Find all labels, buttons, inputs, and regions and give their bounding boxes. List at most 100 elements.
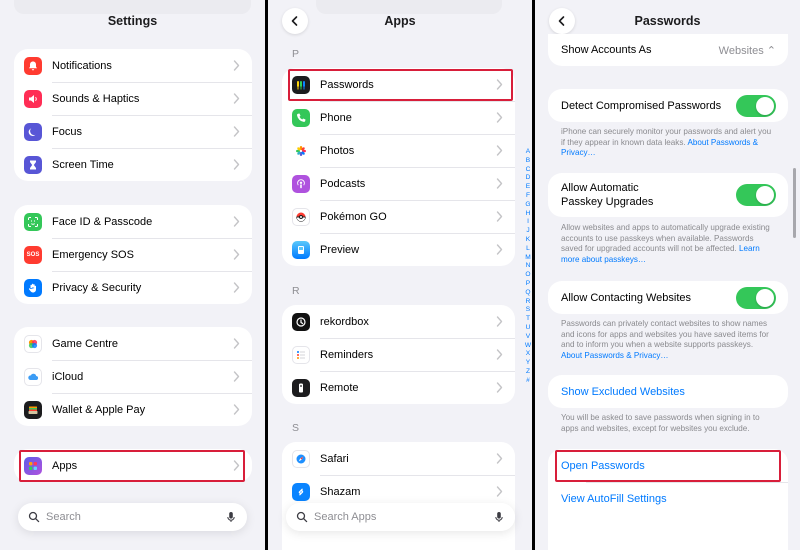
app-item-label: Remote: [320, 381, 359, 394]
index-letter[interactable]: R: [523, 298, 533, 307]
index-letter[interactable]: D: [523, 174, 533, 183]
settings-item-focus[interactable]: Focus: [14, 115, 252, 148]
index-letter[interactable]: K: [523, 236, 533, 245]
section-header-p: P: [292, 48, 300, 60]
alphabet-index[interactable]: A B C D E F G H I J K L M N O P Q R S T …: [523, 148, 533, 386]
excluded-footnote: You will be asked to save passwords when…: [561, 413, 760, 433]
settings-item-face-id[interactable]: Face ID & Passcode: [14, 205, 252, 238]
app-item-label: Shazam: [320, 485, 361, 498]
settings-group-1: Notifications Sounds & Haptics Focus Scr…: [14, 49, 252, 181]
rekordbox-icon: [292, 312, 310, 331]
chevron-right-icon: [233, 249, 240, 260]
index-letter[interactable]: B: [523, 157, 533, 166]
detect-toggle[interactable]: [736, 94, 776, 117]
apps-section-s: Safari Shazam: [282, 442, 515, 550]
section-header-r: R: [292, 285, 300, 297]
chevron-right-icon: [496, 112, 503, 123]
index-letter[interactable]: E: [523, 183, 533, 192]
microphone-icon[interactable]: [493, 511, 505, 523]
index-letter[interactable]: M: [523, 254, 533, 263]
index-letter[interactable]: X: [523, 350, 533, 359]
excluded-group: Show Excluded Websites: [548, 375, 788, 408]
app-item-remote[interactable]: Remote: [282, 371, 515, 404]
settings-item-sounds-haptics[interactable]: Sounds & Haptics: [14, 82, 252, 115]
moon-icon: [24, 122, 42, 141]
about-passwords-privacy-link-2[interactable]: About Passwords & Privacy…: [561, 351, 669, 360]
app-item-reminders[interactable]: Reminders: [282, 338, 515, 371]
app-item-preview[interactable]: Preview: [282, 233, 515, 266]
settings-item-emergency-sos[interactable]: SOS Emergency SOS: [14, 238, 252, 271]
index-letter[interactable]: C: [523, 166, 533, 175]
index-letter[interactable]: O: [523, 271, 533, 280]
settings-item-label: Face ID & Passcode: [52, 215, 153, 228]
search-icon: [28, 511, 40, 523]
passkey-toggle[interactable]: [736, 184, 776, 206]
settings-item-icloud[interactable]: iCloud: [14, 360, 252, 393]
index-letter[interactable]: F: [523, 192, 533, 201]
index-letter[interactable]: T: [523, 315, 533, 324]
hand-icon: [24, 278, 42, 297]
show-excluded-websites-button[interactable]: Show Excluded Websites: [548, 375, 788, 408]
index-letter[interactable]: W: [523, 342, 533, 351]
index-letter[interactable]: I: [523, 218, 533, 227]
index-letter[interactable]: A: [523, 148, 533, 157]
scrolled-row-remnant: [14, 0, 251, 14]
chevron-right-icon: [496, 244, 503, 255]
page-title: Apps: [384, 14, 416, 28]
chevron-right-icon: [496, 316, 503, 327]
sos-icon: SOS: [24, 245, 42, 264]
game-centre-icon: [24, 334, 42, 353]
settings-search-bar[interactable]: Search: [18, 503, 247, 531]
chevron-right-icon: [496, 382, 503, 393]
index-letter[interactable]: N: [523, 262, 533, 271]
contact-label: Allow Contacting Websites: [561, 291, 692, 304]
search-placeholder: Search: [46, 511, 81, 523]
index-letter[interactable]: G: [523, 201, 533, 210]
page-title: Settings: [107, 14, 158, 28]
app-item-podcasts[interactable]: Podcasts: [282, 167, 515, 200]
page-title: Passwords: [634, 14, 701, 28]
chevron-right-icon: [496, 211, 503, 222]
pokeball-icon: [292, 207, 310, 226]
chevron-right-icon: [496, 145, 503, 156]
settings-item-label: Game Centre: [52, 337, 119, 350]
settings-item-privacy-security[interactable]: Privacy & Security: [14, 271, 252, 304]
view-autofill-settings-button[interactable]: View AutoFill Settings: [548, 482, 788, 515]
chevron-right-icon: [496, 453, 503, 464]
index-letter[interactable]: S: [523, 306, 533, 315]
index-letter[interactable]: Q: [523, 289, 533, 298]
index-letter[interactable]: V: [523, 333, 533, 342]
podcasts-icon: [292, 174, 310, 193]
reminders-icon: [292, 345, 310, 364]
chevron-right-icon: [233, 60, 240, 71]
microphone-icon[interactable]: [225, 511, 237, 523]
settings-item-screen-time[interactable]: Screen Time: [14, 148, 252, 181]
app-item-phone[interactable]: Phone: [282, 101, 515, 134]
index-letter[interactable]: J: [523, 227, 533, 236]
index-letter[interactable]: P: [523, 280, 533, 289]
bell-icon: [24, 56, 42, 75]
settings-item-notifications[interactable]: Notifications: [14, 49, 252, 82]
settings-item-wallet[interactable]: Wallet & Apple Pay: [14, 393, 252, 426]
app-item-label: Photos: [320, 144, 355, 157]
cloud-icon: [24, 367, 42, 386]
app-item-pokemon-go[interactable]: Pokémon GO: [282, 200, 515, 233]
index-letter[interactable]: H: [523, 210, 533, 219]
index-letter[interactable]: Z: [523, 368, 533, 377]
index-letter[interactable]: L: [523, 245, 533, 254]
scroll-indicator[interactable]: [793, 168, 796, 238]
index-letter[interactable]: Y: [523, 359, 533, 368]
index-letter[interactable]: #: [523, 377, 533, 386]
detect-footnote: iPhone can securely monitor your passwor…: [561, 127, 774, 159]
index-letter[interactable]: U: [523, 324, 533, 333]
app-item-safari[interactable]: Safari: [282, 442, 515, 475]
passkey-label: Allow Automatic Passkey Upgrades: [561, 182, 654, 208]
app-item-photos[interactable]: Photos: [282, 134, 515, 167]
chevron-right-icon: [496, 178, 503, 189]
contact-toggle[interactable]: [736, 286, 776, 309]
app-item-rekordbox[interactable]: rekordbox: [282, 305, 515, 338]
settings-item-game-centre[interactable]: Game Centre: [14, 327, 252, 360]
show-accounts-row[interactable]: Show Accounts As Websites ⌃: [548, 34, 788, 66]
chevron-right-icon: [233, 282, 240, 293]
apps-search-bar[interactable]: Search Apps: [286, 503, 515, 531]
